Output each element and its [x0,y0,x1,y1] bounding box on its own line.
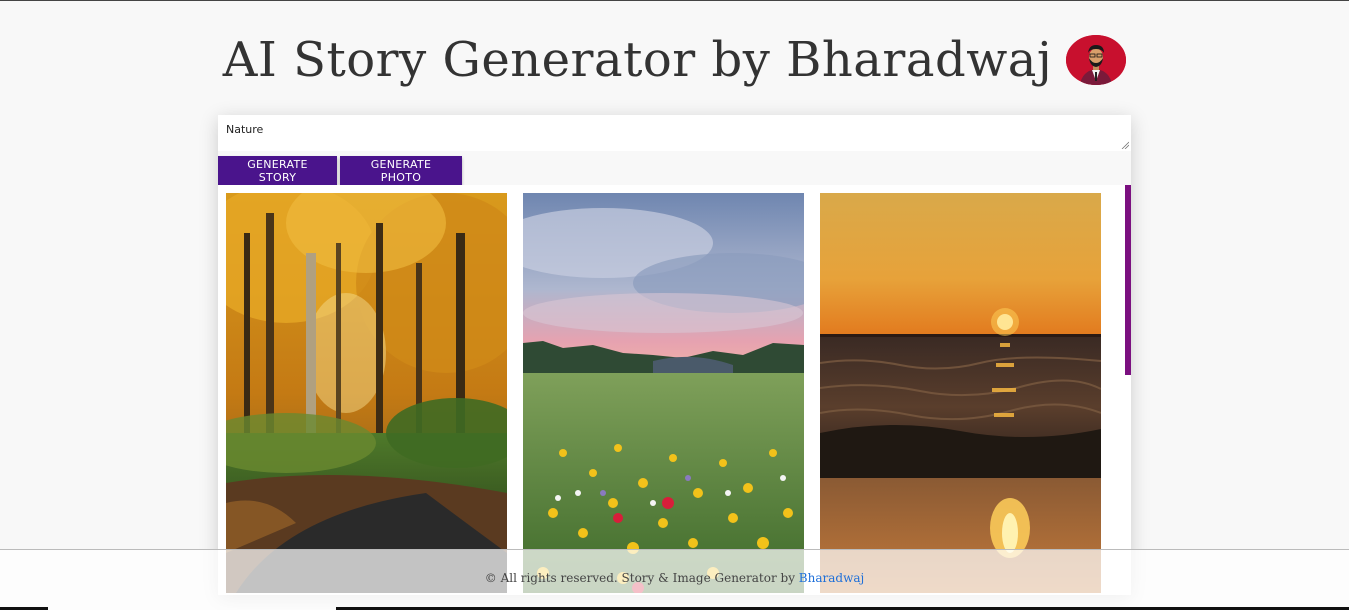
page-header: AI Story Generator by Bharadwaj [0,32,1349,88]
gallery-scrollbar[interactable] [1125,185,1131,375]
user-avatar-icon [1066,35,1127,85]
prompt-input[interactable]: Nature [218,115,1131,151]
footer-text: © All rights reserved. Story & Image Gen… [484,571,799,585]
resize-grip-icon[interactable] [1121,141,1129,149]
footer-author-link[interactable]: Bharadwaj [799,571,864,585]
page-footer: © All rights reserved. Story & Image Gen… [0,549,1349,610]
autumn-forest-photo[interactable] [226,193,507,593]
generator-card: Nature GENERATE STORY GENERATE PHOTO [218,115,1131,595]
page-title: AI Story Generator by Bharadwaj [222,32,1053,88]
sunset-sea-photo[interactable] [820,193,1101,593]
action-bar: GENERATE STORY GENERATE PHOTO [218,151,1131,185]
top-border [0,0,1349,1]
generate-story-button[interactable]: GENERATE STORY [218,156,337,185]
generate-photo-button[interactable]: GENERATE PHOTO [340,156,462,185]
wildflower-meadow-photo[interactable] [523,193,804,593]
image-gallery [218,185,1131,595]
